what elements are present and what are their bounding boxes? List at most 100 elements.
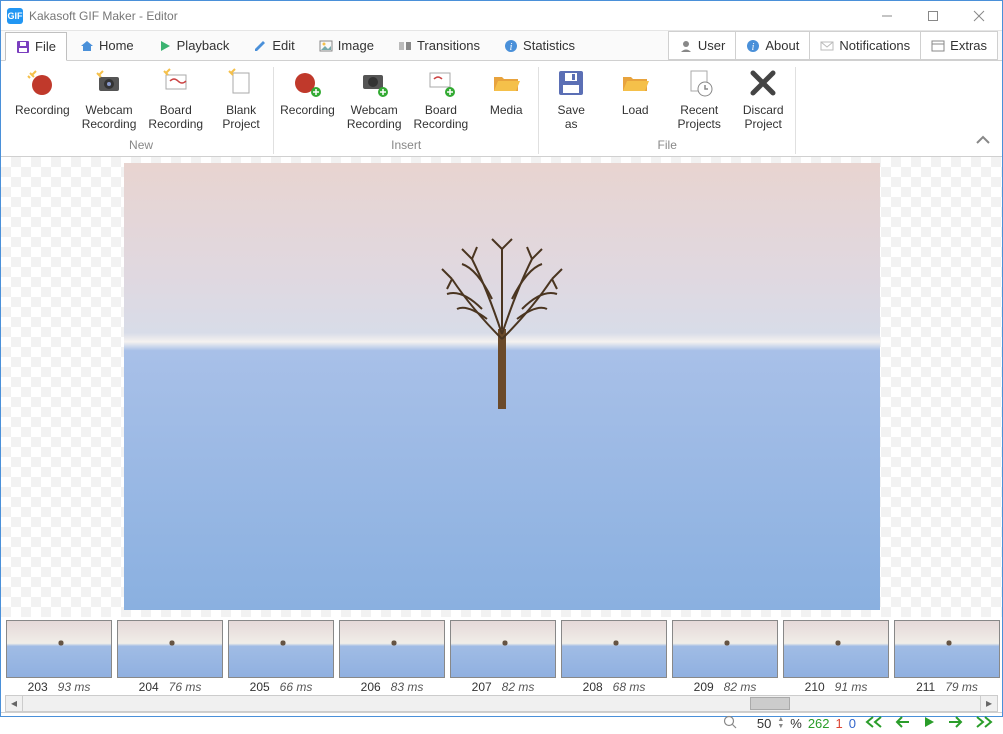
webcam-add-icon — [358, 67, 390, 99]
ribbon-item-label: DiscardProject — [743, 103, 784, 132]
ribbon-group-label: File — [658, 138, 677, 154]
frame-thumb[interactable] — [894, 620, 1000, 678]
rtab-user[interactable]: User — [668, 31, 736, 60]
frame-thumb[interactable] — [6, 620, 112, 678]
ribbon-recording[interactable]: Recording — [15, 67, 70, 132]
tab-image[interactable]: Image — [308, 31, 385, 60]
nav-play-button[interactable] — [920, 715, 938, 731]
tab-file[interactable]: File — [5, 32, 67, 61]
ribbon-item-label: Media — [490, 103, 523, 117]
save-icon — [16, 40, 30, 54]
zoom-unit: % — [790, 716, 802, 731]
frame-210[interactable]: 21091 ms — [782, 620, 890, 695]
ribbon-item-label: Recording — [15, 103, 70, 117]
ribbon-save-as[interactable]: Saveas — [545, 67, 597, 132]
timeline-scrollbar[interactable]: ◂ ▸ — [5, 695, 998, 712]
ribbon-recording[interactable]: Recording — [280, 67, 335, 132]
info-icon: i — [746, 39, 760, 53]
frame-208[interactable]: 20868 ms — [560, 620, 668, 695]
play-icon — [158, 39, 172, 53]
ribbon-item-label: Load — [622, 103, 649, 117]
maximize-button[interactable] — [910, 1, 956, 31]
ribbon-item-label: WebcamRecording — [82, 103, 137, 132]
ribbon-group-label: New — [129, 138, 153, 154]
home-icon — [80, 39, 94, 53]
tab-label: Home — [99, 38, 134, 53]
collapse-ribbon-button[interactable] — [976, 132, 990, 150]
rtab-label: Notifications — [839, 38, 910, 53]
frame-thumb[interactable] — [228, 620, 334, 678]
nav-prev-button[interactable] — [892, 715, 914, 731]
frame-thumb[interactable] — [783, 620, 889, 678]
ribbon: Recording WebcamRecording BoardRecording Bl… — [1, 61, 1002, 157]
ribbon-blank-project[interactable]: BlankProject — [215, 67, 267, 132]
frame-209[interactable]: 20982 ms — [671, 620, 779, 695]
frame-number: 203 — [28, 680, 48, 694]
ribbon-discard-project[interactable]: DiscardProject — [737, 67, 789, 132]
minimize-button[interactable] — [864, 1, 910, 31]
frame-205[interactable]: 205 66 ms — [227, 620, 335, 695]
rtab-extras[interactable]: Extras — [920, 31, 998, 60]
nav-last-button[interactable] — [972, 715, 996, 731]
frame-thumb[interactable] — [672, 620, 778, 678]
ribbon-group-insert: Recording WebcamRecording BoardRecording Me… — [274, 67, 539, 154]
ribbon-item-label: BlankProject — [222, 103, 259, 132]
zoom-stepper[interactable]: ▲▼ — [777, 716, 784, 730]
frame-number: 205 — [250, 680, 270, 694]
preview-image[interactable] — [124, 163, 880, 610]
frame-204[interactable]: 20476 ms — [116, 620, 224, 695]
rtab-label: User — [698, 38, 725, 53]
ribbon-board-recording[interactable]: BoardRecording — [148, 67, 203, 132]
rtab-about[interactable]: iAbout — [735, 31, 810, 60]
ribbon-group-label: Insert — [391, 138, 421, 154]
frame-thumb[interactable] — [561, 620, 667, 678]
close-button[interactable] — [956, 1, 1002, 31]
ribbon-item-label: WebcamRecording — [347, 103, 402, 132]
ribbon-item-label: BoardRecording — [414, 103, 469, 132]
frame-duration: 91 ms — [835, 680, 868, 694]
maximize-icon — [928, 11, 938, 21]
scroll-thumb[interactable] — [750, 697, 790, 710]
frame-206[interactable]: 20683 ms — [338, 620, 446, 695]
scroll-right-button[interactable]: ▸ — [980, 696, 997, 711]
titlebar: GIF Kakasoft GIF Maker - Editor — [1, 1, 1002, 31]
frame-thumb[interactable] — [450, 620, 556, 678]
frame-number: 206 — [361, 680, 381, 694]
ribbon-recent-projects[interactable]: RecentProjects — [673, 67, 725, 132]
ribbon-board-recording[interactable]: BoardRecording — [414, 67, 469, 132]
scroll-track[interactable] — [23, 696, 980, 711]
tab-transitions[interactable]: Transitions — [387, 31, 491, 60]
frame-number: 211 — [916, 680, 935, 694]
transitions-icon — [398, 39, 412, 53]
ribbon-group-new: Recording WebcamRecording BoardRecording Bl… — [9, 67, 274, 154]
board-icon — [160, 67, 192, 99]
frame-duration: 66 ms — [280, 680, 313, 694]
frame-211[interactable]: 21179 ms — [893, 620, 1001, 695]
ribbon-load[interactable]: Load — [609, 67, 661, 132]
frame-207[interactable]: 20782 ms — [449, 620, 557, 695]
board-add-icon — [425, 67, 457, 99]
tab-label: Statistics — [523, 38, 575, 53]
scroll-left-button[interactable]: ◂ — [6, 696, 23, 711]
zoom-value[interactable]: 50 — [743, 716, 771, 731]
tab-statistics[interactable]: iStatistics — [493, 31, 586, 60]
rtab-notifications[interactable]: Notifications — [809, 31, 921, 60]
ribbon-media[interactable]: Media — [480, 67, 532, 132]
tree-graphic — [432, 239, 572, 409]
ribbon-webcam-recording[interactable]: WebcamRecording — [347, 67, 402, 132]
ribbon-webcam-recording[interactable]: WebcamRecording — [82, 67, 137, 132]
tab-playback[interactable]: Playback — [147, 31, 241, 60]
nav-next-button[interactable] — [944, 715, 966, 731]
tab-home[interactable]: Home — [69, 31, 145, 60]
nav-first-button[interactable] — [862, 715, 886, 731]
frame-thumb[interactable] — [117, 620, 223, 678]
frame-count-total: 262 — [808, 716, 830, 731]
tab-edit[interactable]: Edit — [242, 31, 305, 60]
frame-thumb[interactable] — [339, 620, 445, 678]
ribbon-item-label: Recording — [280, 103, 335, 117]
frame-203[interactable]: 20393 ms — [5, 620, 113, 695]
frame-count-other: 0 — [849, 716, 856, 731]
frame-duration: 76 ms — [169, 680, 202, 694]
record-add-icon — [291, 67, 323, 99]
folder-icon — [490, 67, 522, 99]
